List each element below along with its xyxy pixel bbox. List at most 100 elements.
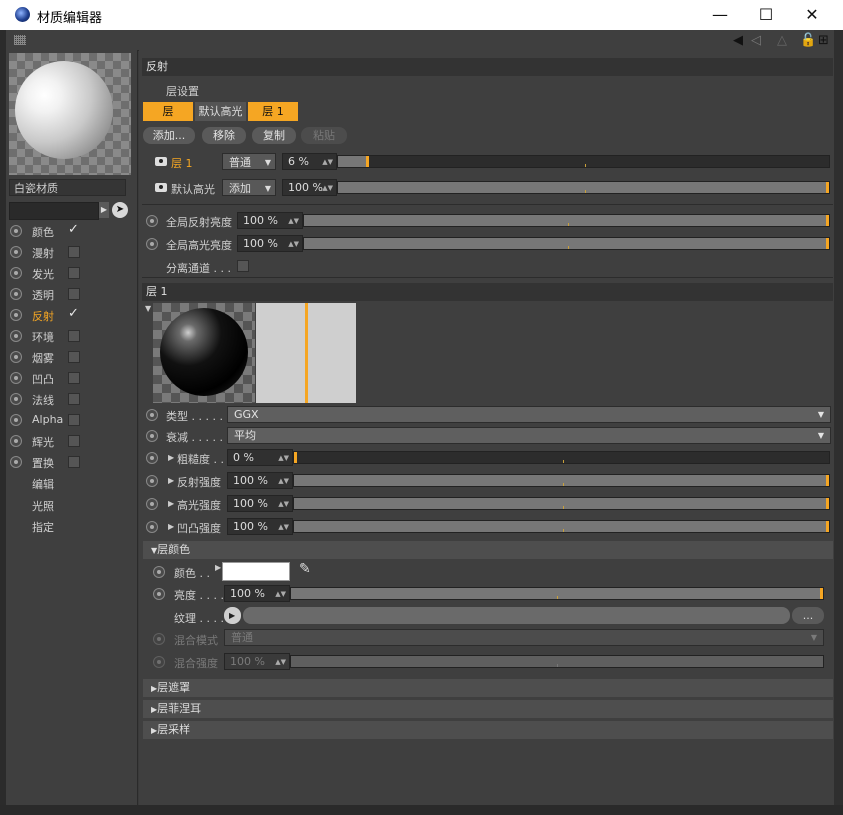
channel-item[interactable]: 漫射: [6, 242, 134, 263]
layer-1-blend-select[interactable]: 普通 ▼: [222, 153, 276, 170]
blend-mode-select[interactable]: 普通 ▼: [224, 629, 824, 646]
channel-anim-radio[interactable]: [10, 393, 22, 405]
channel-item[interactable]: 反射 ✓: [6, 305, 134, 326]
channel-label[interactable]: 发光: [32, 266, 54, 282]
spinner-icon[interactable]: ▲▼: [275, 654, 286, 670]
channel-label[interactable]: 置换: [32, 455, 54, 471]
layer-1-strength-slider[interactable]: [337, 155, 830, 168]
spinner-icon[interactable]: ▲▼: [288, 236, 299, 252]
layer-preview[interactable]: [153, 303, 255, 403]
back-arrow-icon[interactable]: ◀: [733, 33, 743, 48]
channel-item[interactable]: 透明: [6, 284, 134, 305]
channel-item[interactable]: 辉光: [6, 431, 134, 452]
spinner-icon[interactable]: ▲▼: [278, 473, 289, 489]
channel-enable-checkbox[interactable]: [68, 330, 80, 342]
channel-label[interactable]: 反射: [32, 308, 54, 324]
layer-sampling-group-header[interactable]: ▶层采样: [143, 721, 833, 739]
spinner-icon[interactable]: ▲▼: [278, 519, 289, 535]
type-select[interactable]: GGX ▼: [227, 406, 831, 423]
channel-enable-checkbox[interactable]: [68, 288, 80, 300]
channel-enable-checkbox[interactable]: [68, 246, 80, 258]
layer-color-group-header[interactable]: ▼层颜色: [143, 541, 833, 559]
forward-arrow-icon[interactable]: ◁: [751, 33, 761, 48]
spinner-icon[interactable]: ▲▼: [275, 586, 286, 602]
reflect-strength-slider[interactable]: [293, 474, 830, 487]
material-name-field[interactable]: 白瓷材质: [9, 179, 126, 196]
bump-strength-slider[interactable]: [293, 520, 830, 533]
global-reflect-slider[interactable]: [303, 214, 830, 227]
channel-anim-radio[interactable]: [10, 372, 22, 384]
bump-strength-anim-radio[interactable]: [146, 521, 158, 533]
channel-enable-checkbox[interactable]: [68, 456, 80, 468]
layer-1-strength-field[interactable]: 6 % ▲▼: [282, 153, 337, 170]
eyedropper-icon[interactable]: ✎: [299, 561, 311, 577]
collapse-triangle-icon[interactable]: ▼: [145, 304, 151, 313]
brightness-slider[interactable]: [290, 587, 824, 600]
separate-pass-checkbox[interactable]: [237, 260, 249, 272]
add-layer-button[interactable]: 添加...: [143, 127, 195, 144]
channel-anim-radio[interactable]: [10, 351, 22, 363]
channel-enable-checkbox[interactable]: [68, 267, 80, 279]
attenuation-anim-radio[interactable]: [146, 430, 158, 442]
expand-triangle-icon[interactable]: ▶: [215, 563, 221, 572]
blend-strength-anim-radio[interactable]: [153, 656, 165, 668]
channel-anim-radio[interactable]: [10, 330, 22, 342]
channel-anim-radio[interactable]: [10, 288, 22, 300]
channel-item[interactable]: 发光: [6, 263, 134, 284]
copy-layer-button[interactable]: 复制: [252, 127, 296, 144]
blend-mode-anim-radio[interactable]: [153, 633, 165, 645]
channel-item[interactable]: 凹凸: [6, 368, 134, 389]
channel-anim-radio[interactable]: [10, 309, 22, 321]
minimize-button[interactable]: —: [697, 0, 743, 30]
channel-enable-checkbox[interactable]: [68, 372, 80, 384]
tab-layer-1[interactable]: 层 1: [248, 102, 298, 121]
close-button[interactable]: ✕: [789, 0, 835, 30]
channel-enable-checkbox[interactable]: [68, 414, 80, 426]
chevron-right-icon[interactable]: ▶: [99, 202, 109, 218]
sidebar-item-assign[interactable]: 指定: [32, 519, 54, 539]
paste-layer-button[interactable]: 粘贴: [301, 127, 347, 144]
slider-handle[interactable]: [826, 475, 829, 486]
slider-handle[interactable]: [826, 238, 829, 249]
texture-menu-button[interactable]: ▶: [224, 607, 241, 624]
attenuation-select[interactable]: 平均 ▼: [227, 427, 831, 444]
channel-label[interactable]: 环境: [32, 329, 54, 345]
tab-layer[interactable]: 层: [143, 102, 193, 121]
channel-label[interactable]: 辉光: [32, 434, 54, 450]
channel-anim-radio[interactable]: [10, 246, 22, 258]
slider-handle[interactable]: [826, 521, 829, 532]
channel-enable-checkbox[interactable]: ✓: [68, 223, 79, 236]
channel-label[interactable]: 颜色: [32, 224, 54, 240]
channel-anim-radio[interactable]: [10, 267, 22, 279]
expand-triangle-icon[interactable]: ▶: [168, 453, 174, 462]
grip-icon[interactable]: [14, 35, 26, 45]
spinner-icon[interactable]: ▲▼: [278, 496, 289, 512]
slider-handle[interactable]: [366, 156, 370, 167]
expand-triangle-icon[interactable]: ▶: [168, 522, 174, 531]
channel-enable-checkbox[interactable]: [68, 351, 80, 363]
channel-label[interactable]: 凹凸: [32, 371, 54, 387]
channel-anim-radio[interactable]: [10, 414, 22, 426]
picker-arrow-icon[interactable]: ➤: [112, 202, 128, 218]
channel-enable-checkbox[interactable]: [68, 393, 80, 405]
channel-enable-checkbox[interactable]: [68, 435, 80, 447]
remove-layer-button[interactable]: 移除: [202, 127, 246, 144]
layer-fresnel-group-header[interactable]: ▶层菲涅耳: [143, 700, 833, 718]
reflect-strength-anim-radio[interactable]: [146, 475, 158, 487]
color-swatch[interactable]: [222, 562, 290, 581]
spinner-icon[interactable]: ▲▼: [322, 154, 333, 170]
texture-slot[interactable]: [243, 607, 790, 624]
default-specular-strength-field[interactable]: 100 % ▲▼: [282, 179, 337, 196]
channel-item[interactable]: 颜色 ✓: [6, 221, 134, 242]
global-reflect-anim-radio[interactable]: [146, 215, 158, 227]
new-window-icon[interactable]: ⊞: [818, 33, 829, 48]
global-reflect-field[interactable]: 100 % ▲▼: [237, 212, 303, 229]
channel-item[interactable]: 法线: [6, 389, 134, 410]
channel-enable-checkbox[interactable]: ✓: [68, 307, 79, 320]
reflect-strength-field[interactable]: 100 % ▲▼: [227, 472, 293, 489]
color-anim-radio[interactable]: [153, 566, 165, 578]
roughness-anim-radio[interactable]: [146, 452, 158, 464]
spinner-icon[interactable]: ▲▼: [288, 213, 299, 229]
channel-label[interactable]: 漫射: [32, 245, 54, 261]
slider-handle[interactable]: [826, 182, 829, 193]
